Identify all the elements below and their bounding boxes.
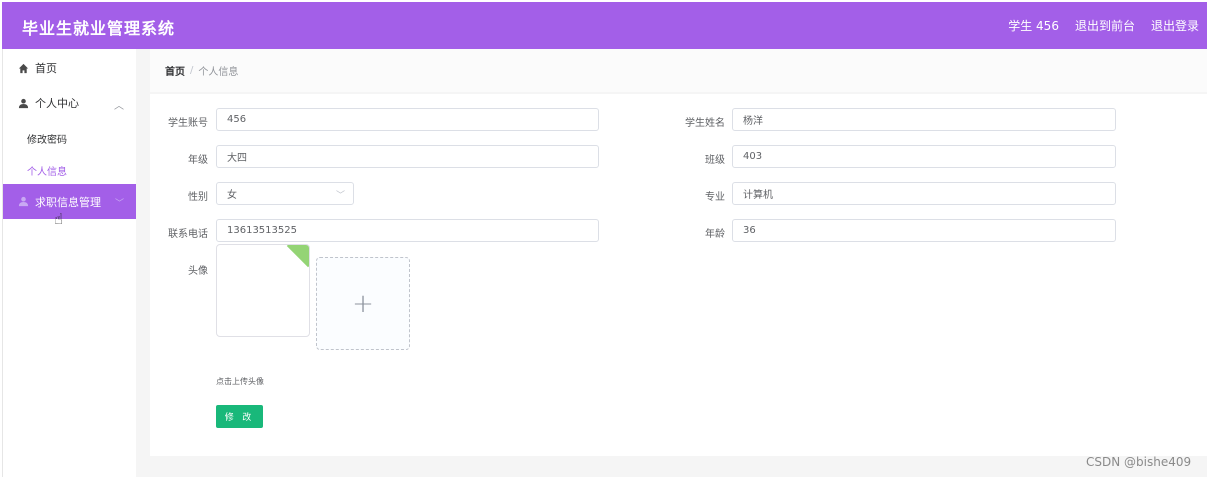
avatar-label: 头像 (188, 266, 208, 277)
class-input[interactable]: 403 (732, 145, 1116, 168)
student-account-input[interactable]: 456 (216, 108, 599, 131)
grade-input[interactable]: 大四 (216, 145, 599, 168)
chevron-up-icon: ︿ (114, 101, 124, 112)
app-title: 毕业生就业管理系统 (22, 19, 176, 38)
plus-icon: + (352, 288, 374, 319)
breadcrumb-current: 个人信息 (198, 67, 239, 78)
grade-label: 年级 (188, 155, 208, 166)
phone-input[interactable]: 13613513525 (216, 219, 599, 242)
to-frontend-link[interactable]: 退出到前台 (1075, 17, 1135, 34)
logout-link[interactable]: 退出登录 (1151, 17, 1199, 34)
gender-select-value: 女 (227, 190, 237, 201)
top-nav: 学生 456 退出到前台 退出登录 (1008, 17, 1199, 34)
breadcrumb-home[interactable]: 首页 (165, 63, 185, 78)
student-account-label: 学生账号 (168, 118, 208, 129)
student-name-label: 学生姓名 (685, 118, 725, 129)
sidebar-item-job-info-manage[interactable]: 求职信息管理 ﹀ (3, 184, 136, 219)
home-icon (17, 62, 29, 74)
age-input[interactable]: 36 (732, 219, 1116, 242)
avatar-preview[interactable] (216, 244, 310, 337)
age-label: 年龄 (705, 229, 725, 240)
avatar-upload-button[interactable]: + (316, 257, 410, 350)
major-label: 专业 (705, 192, 725, 203)
gender-label: 性别 (188, 192, 208, 203)
chevron-down-icon: ﹀ (335, 191, 345, 201)
sidebar-item-label: 求职信息管理 (35, 195, 101, 209)
top-bar: 毕业生就业管理系统 学生 456 退出到前台 退出登录 (2, 2, 1207, 49)
submit-button[interactable]: 修 改 (216, 405, 263, 428)
breadcrumb: 首页 / 个人信息 (150, 49, 1207, 92)
success-corner-badge (286, 245, 309, 268)
chevron-down-icon: ﹀ (114, 199, 124, 209)
breadcrumb-separator: / (190, 65, 194, 76)
sidebar-item-label: 个人中心 (35, 97, 79, 110)
gender-select[interactable]: 女 ﹀ (216, 182, 354, 205)
sidebar: 首页 个人中心 ︿ 修改密码 个人信息 求职信息管理 ﹀ (2, 49, 136, 477)
hand-cursor-icon: ☝ (54, 210, 64, 228)
sidebar-item-home[interactable]: 首页 (3, 58, 136, 78)
sidebar-item-personal-center[interactable]: 个人中心 ︿ (3, 93, 136, 113)
phone-label: 联系电话 (168, 229, 208, 240)
sidebar-item-label: 首页 (35, 62, 57, 75)
watermark: CSDN @bishe409 (1086, 455, 1192, 469)
major-input[interactable]: 计算机 (732, 182, 1116, 205)
student-name-input[interactable]: 杨洋 (732, 108, 1116, 131)
user-icon (17, 97, 29, 109)
sidebar-subitem-change-password[interactable]: 修改密码 (27, 131, 67, 146)
class-label: 班级 (705, 155, 725, 166)
current-user: 学生 456 (1008, 19, 1059, 33)
avatar-upload-tip: 点击上传头像 (216, 377, 264, 386)
sidebar-subitem-personal-info[interactable]: 个人信息 (27, 163, 67, 178)
user-icon (17, 196, 29, 208)
